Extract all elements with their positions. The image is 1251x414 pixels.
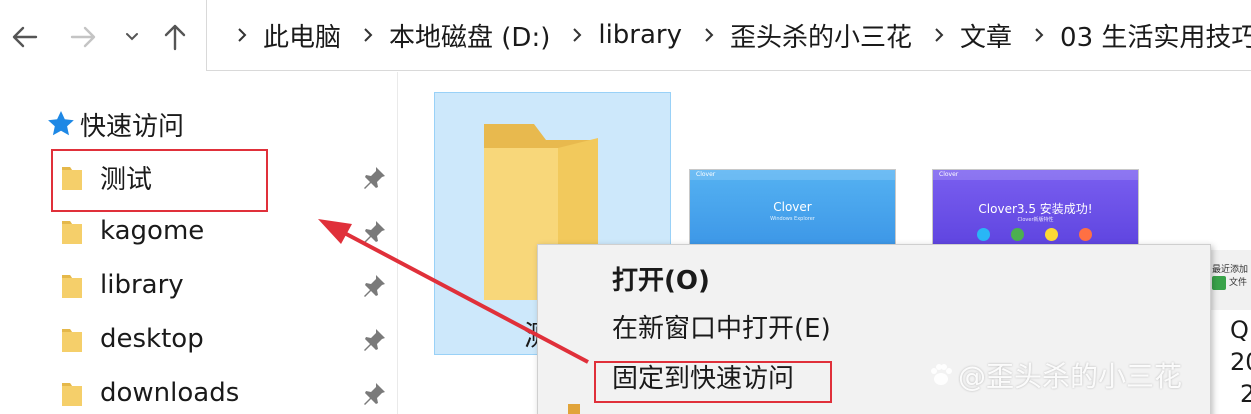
thumbnail-titlebar: Clover [933, 170, 1138, 180]
chevron-down-icon [126, 33, 138, 41]
chevron-right-icon [1026, 27, 1052, 43]
sidebar-item-label: downloads [100, 378, 240, 408]
menu-item-open[interactable]: 打开(O) [612, 261, 710, 301]
breadcrumb-local-disk[interactable]: 本地磁盘 (D:) [389, 17, 550, 54]
pin-icon[interactable] [360, 164, 388, 192]
back-button[interactable] [8, 18, 42, 56]
thumbnail-text: 最近添加 [1212, 265, 1249, 275]
folder-icon [62, 275, 82, 298]
breadcrumb-item[interactable]: 03 生活实用技巧 [1026, 17, 1251, 54]
breadcrumb-user-folder[interactable]: 歪头杀的小三花 [730, 17, 912, 54]
folder-icon [62, 383, 82, 406]
recent-locations-button[interactable] [118, 18, 146, 56]
breadcrumb-item[interactable]: 歪头杀的小三花 [696, 17, 926, 54]
sidebar-item-label: desktop [100, 324, 204, 354]
watermark-text: @歪头杀的小三花 [958, 360, 1183, 393]
highlight-box [594, 361, 832, 403]
sidebar-item-desktop[interactable]: desktop [60, 314, 390, 364]
highlight-box [51, 149, 268, 212]
thumbnail-subtitle: Windows Explorer [770, 216, 815, 222]
menu-item-icon [568, 404, 580, 414]
pin-icon[interactable] [360, 380, 388, 408]
image-thumbnail[interactable]: Clover Clover3.5 安装成功! Clover新版特性 [933, 170, 1138, 254]
navigation-pane: 快速访问 测试 kagome library desktop downloads [0, 72, 398, 414]
folder-icon [62, 221, 82, 244]
file-name-fragment: 2 [1240, 380, 1251, 408]
pin-icon[interactable] [360, 272, 388, 300]
feature-dot [1011, 228, 1024, 241]
quick-access-label: 快速访问 [80, 111, 185, 142]
chevron-right-icon [696, 27, 722, 43]
breadcrumb-item[interactable]: 此电脑 [229, 17, 355, 54]
breadcrumb-item[interactable]: library [564, 20, 696, 50]
address-bar[interactable]: 此电脑 本地磁盘 (D:) library 歪头杀的小三花 文章 03 生活实用… [206, 0, 1251, 71]
watermark: @歪头杀的小三花 [928, 355, 1182, 395]
image-thumbnail[interactable]: Clover Clover Windows Explorer [690, 170, 895, 254]
app-icon [1212, 275, 1226, 290]
thumbnail-text: 文件 [1229, 278, 1248, 288]
arrow-right-icon [70, 26, 96, 48]
thumbnail-title: Clover3.5 安装成功! [978, 202, 1093, 216]
breadcrumb-item[interactable]: 文章 [926, 17, 1026, 54]
sidebar-item-kagome[interactable]: kagome [60, 206, 390, 256]
breadcrumb-this-pc[interactable]: 此电脑 [263, 17, 341, 54]
menu-item-open-new-window[interactable]: 在新窗口中打开(E) [612, 309, 831, 349]
feature-dot [977, 228, 990, 241]
breadcrumb-item[interactable]: 本地磁盘 (D:) [355, 17, 564, 54]
chevron-right-icon [229, 27, 255, 43]
thumbnail-title: Clover [773, 200, 812, 214]
breadcrumb-life-tips[interactable]: 03 生活实用技巧 [1060, 17, 1251, 54]
breadcrumb-library[interactable]: library [598, 20, 682, 50]
quick-access-header[interactable]: 快速访问 [46, 106, 184, 142]
feature-dot [1079, 228, 1092, 241]
image-thumbnail[interactable]: 最近添加 文件 [1208, 250, 1251, 310]
up-button[interactable] [158, 18, 192, 56]
pin-icon[interactable] [360, 218, 388, 246]
chevron-right-icon [564, 27, 590, 43]
chevron-right-icon [355, 27, 381, 43]
pin-icon[interactable] [360, 326, 388, 354]
forward-button[interactable] [66, 18, 100, 56]
feature-dot [1045, 228, 1058, 241]
thumbnail-subtitle: Clover新版特性 [1017, 217, 1054, 223]
folder-icon [62, 329, 82, 352]
paw-icon [931, 364, 952, 385]
arrow-left-icon [12, 26, 38, 48]
file-name-fragment: 20 [1230, 348, 1251, 376]
arrow-up-icon [164, 24, 186, 51]
sidebar-item-library[interactable]: library [60, 260, 390, 310]
sidebar-item-label: library [100, 270, 184, 300]
chevron-right-icon [926, 27, 952, 43]
file-name-fragment: Q [1230, 316, 1249, 344]
sidebar-item-label: kagome [100, 216, 205, 246]
star-icon [48, 111, 74, 136]
sidebar-item-downloads[interactable]: downloads [60, 368, 390, 414]
breadcrumb-articles[interactable]: 文章 [960, 17, 1012, 54]
thumbnail-titlebar: Clover [690, 170, 895, 180]
